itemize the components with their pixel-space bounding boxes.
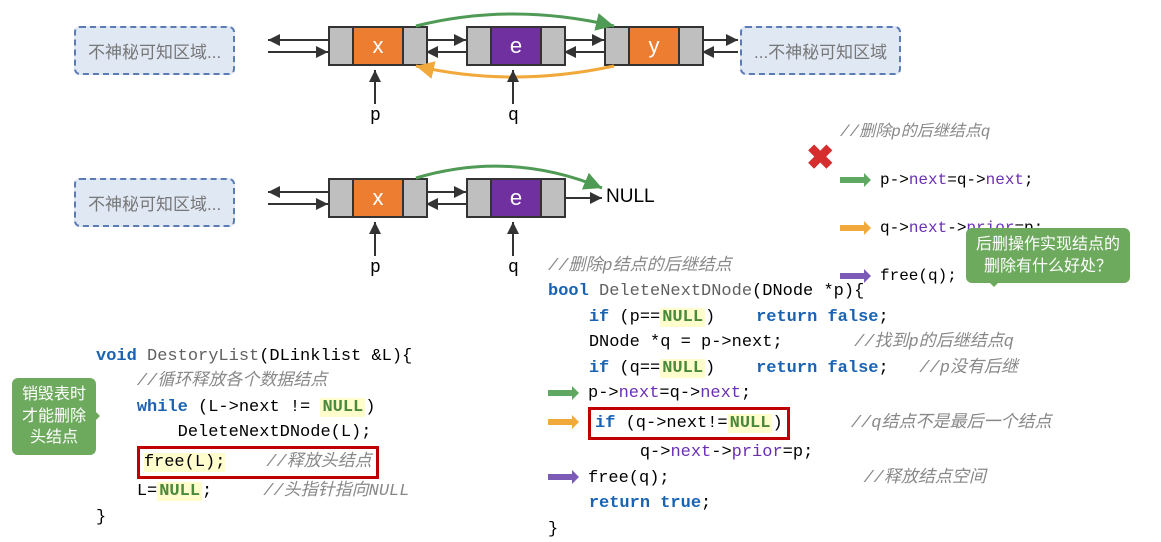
kw-if: if — [589, 308, 609, 327]
code-right: //删除p结点的后继结点 bool DeleteNextDNode(DNode … — [548, 228, 1051, 542]
diagram2-node-e: e — [466, 178, 566, 218]
null-token: NULL — [660, 308, 705, 327]
code-text: DNode *q = p->next; — [589, 333, 783, 352]
next-slot — [402, 28, 426, 64]
kw-bool: bool — [548, 282, 589, 301]
cmt: //头指针指向NULL — [263, 482, 409, 501]
kw-return-false: return false — [756, 308, 878, 327]
cmt: //p没有后继 — [919, 359, 1018, 378]
node-value: x — [354, 28, 402, 64]
kw-if: if — [595, 414, 615, 433]
diagram2-p-label: p — [370, 258, 381, 278]
code-line-pnext: p->next=q->next; — [588, 384, 751, 403]
code-text: ) — [705, 359, 756, 378]
code-text: free(L); — [144, 453, 226, 472]
code-text: (p== — [609, 308, 660, 327]
redbox-if-qnext: if (q->next!=NULL) — [588, 407, 790, 441]
next-slot — [678, 28, 702, 64]
cmt: //释放头结点 — [266, 453, 371, 472]
next-slot — [402, 180, 426, 216]
code-text: ; — [878, 359, 888, 378]
node-value: x — [354, 180, 402, 216]
prior-slot — [330, 28, 354, 64]
cmt: //删除p结点的后继结点 — [548, 257, 732, 276]
code-text: DeleteNextDNode(L); — [178, 423, 372, 442]
code-text: (DNode *p){ — [752, 282, 864, 301]
code-text: (q->next!= — [615, 414, 727, 433]
null-token: NULL — [660, 359, 705, 378]
code-text: ) — [365, 398, 375, 417]
diagram1-knowable-left: 不神秘可知区域... — [74, 26, 235, 75]
cmt: //释放结点空间 — [863, 469, 985, 488]
node-value: e — [492, 28, 540, 64]
code-text: (q== — [609, 359, 660, 378]
callout-left-line2: 才能删除 — [22, 408, 86, 425]
kw-if: if — [589, 359, 609, 378]
diagram1-node-y: y — [604, 26, 704, 66]
diagram2-q-label: q — [508, 258, 519, 278]
diagram1-node-e: e — [466, 26, 566, 66]
legend-title: //删除p的后继结点q — [840, 123, 990, 141]
diagram2-node-x: x — [328, 178, 428, 218]
code-text: ; — [701, 494, 711, 513]
diagram2-knowable-left: 不神秘可知区域... — [74, 178, 235, 227]
next-slot — [540, 180, 564, 216]
null-token: NULL — [157, 482, 202, 501]
legend-line-1: p->next=q->next; — [880, 171, 1034, 189]
code-text: } — [548, 520, 558, 539]
redbox-free-head: free(L); //释放头结点 — [137, 446, 379, 480]
null-token: NULL — [728, 414, 773, 433]
fn-deletenextdnode: DeleteNextDNode — [599, 282, 752, 301]
arrow-yellow-icon — [548, 415, 584, 429]
kw-return-true: return true — [589, 494, 701, 513]
code-text: L= — [137, 482, 157, 501]
node-value: y — [630, 28, 678, 64]
cmt: //循环释放各个数据结点 — [137, 372, 327, 391]
diagram2-null-label: NULL — [606, 186, 655, 208]
code-text: ) — [705, 308, 756, 327]
code-text: ; — [878, 308, 888, 327]
region-text: 不神秘可知区域... — [88, 195, 221, 214]
cmt: //q结点不是最后一个结点 — [851, 414, 1052, 433]
diagram1-node-x: x — [328, 26, 428, 66]
fn-destorylist: DestoryList — [147, 347, 259, 366]
callout-left-line1: 销毁表时 — [22, 386, 86, 403]
cmt: //找到p的后继结点q — [854, 333, 1014, 352]
prior-slot — [330, 180, 354, 216]
kw-while: while — [137, 398, 188, 417]
code-line-prior: q->next->prior=p; — [640, 443, 813, 462]
diagram1-q-label: q — [508, 106, 519, 126]
null-token: NULL — [320, 398, 365, 417]
code-text: (DLinklist &L){ — [259, 347, 412, 366]
red-x-icon: ✖ — [806, 138, 835, 178]
diagram1-p-label: p — [370, 106, 381, 126]
next-slot — [540, 28, 564, 64]
kw-return-false: return false — [756, 359, 878, 378]
code-left: void DestoryList(DLinklist &L){ //循环释放各个… — [96, 318, 412, 530]
code-text: ; — [202, 482, 212, 501]
prior-slot — [468, 28, 492, 64]
kw-void: void — [96, 347, 137, 366]
prior-slot — [606, 28, 630, 64]
node-value: e — [492, 180, 540, 216]
code-text: (L->next != — [188, 398, 321, 417]
code-text: ) — [772, 414, 782, 433]
diagram1-knowable-right: ...不神秘可知区域 — [740, 26, 901, 75]
code-text: free(q); — [588, 469, 670, 488]
callout-left-line3: 头结点 — [30, 429, 78, 446]
callout-left: 销毁表时 才能删除 头结点 — [12, 378, 96, 455]
code-text: } — [96, 508, 106, 527]
prior-slot — [468, 180, 492, 216]
arrow-green-icon — [548, 386, 584, 400]
arrow-purple-icon — [548, 470, 584, 484]
arrow-green-icon — [840, 173, 876, 187]
region-text: 不神秘可知区域... — [88, 43, 221, 62]
region-text: ...不神秘可知区域 — [754, 43, 887, 62]
